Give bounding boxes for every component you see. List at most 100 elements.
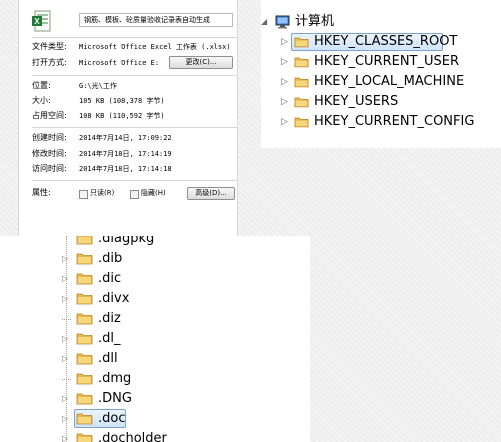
separator: [32, 180, 238, 181]
folder-icon: [76, 413, 93, 425]
folder-icon: [294, 97, 309, 108]
list-item[interactable]: ▷ .doc: [0, 409, 310, 429]
folder-icon: [76, 273, 93, 285]
extension-label: .DNG: [98, 391, 132, 406]
registry-key-label: HKEY_CLASSES_ROOT: [314, 34, 458, 49]
accessed-label: 访问时间:: [32, 164, 67, 173]
expand-triangle-icon[interactable]: ▷: [62, 389, 68, 409]
size-value: 105 KB (108,378 字节): [79, 97, 165, 105]
dialog-left-border: [0, 0, 18, 236]
extension-label: .divx: [98, 291, 130, 306]
folder-icon: [294, 117, 309, 128]
tree-connector: [62, 379, 71, 380]
collapse-triangle-icon[interactable]: ◢: [261, 12, 267, 32]
extension-label: .dmg: [98, 371, 132, 386]
file-type-value: Microsoft Office Excel 工作表 (.xlsx): [79, 43, 231, 51]
registry-key-item[interactable]: ▷ HKEY_USERS: [261, 92, 501, 112]
extension-label: .diz: [98, 311, 121, 326]
tree-connector: [62, 319, 71, 320]
list-item[interactable]: ▷ .dll: [0, 349, 310, 369]
list-item[interactable]: ▷ .dib: [0, 249, 310, 269]
modified-label: 修改时间:: [32, 149, 67, 158]
expand-triangle-icon[interactable]: ▷: [62, 349, 68, 369]
registry-key-label: HKEY_LOCAL_MACHINE: [314, 74, 465, 89]
list-item[interactable]: .diagpkg: [0, 236, 310, 249]
expand-triangle-icon[interactable]: ▷: [62, 289, 68, 309]
size-on-disk-label: 占用空间:: [32, 111, 67, 120]
folder-icon: [76, 373, 93, 385]
extension-label: .dl_: [98, 331, 121, 346]
list-item[interactable]: ▷ .docholder: [0, 429, 310, 442]
extension-label: .docholder: [98, 431, 167, 442]
folder-icon: [294, 57, 309, 68]
folder-icon: [294, 77, 309, 88]
folder-icon: [76, 253, 93, 265]
hidden-checkbox[interactable]: [130, 190, 139, 199]
expand-triangle-icon[interactable]: ▷: [62, 249, 68, 269]
folder-icon: [294, 37, 309, 48]
created-value: 2014年7月14日, 17:09:22: [79, 134, 172, 142]
registry-key-item[interactable]: ▷ HKEY_CURRENT_CONFIG: [261, 112, 501, 132]
list-item[interactable]: ▷ .dl_: [0, 329, 310, 349]
created-label: 创建时间:: [32, 133, 67, 142]
general-tab-panel: X 钢筋、模板、砼质量验收记录表自动生成 文件类型: Microsoft Off…: [18, 0, 238, 236]
registry-key-label: HKEY_USERS: [314, 94, 399, 109]
readonly-checkbox[interactable]: [79, 190, 88, 199]
expand-triangle-icon[interactable]: ▷: [281, 32, 288, 52]
list-item[interactable]: ▷ .divx: [0, 289, 310, 309]
expand-triangle-icon[interactable]: ▷: [281, 92, 288, 112]
folder-icon: [76, 393, 93, 405]
extension-label: .dib: [98, 251, 123, 266]
extension-key-tree: .diagpkg ▷ .dib ▷ .dic ▷ .divx .diz ▷ .dl_ ▷…: [0, 236, 310, 442]
location-label: 位置:: [32, 81, 51, 90]
dialog-right-border: [238, 0, 252, 236]
registry-tree: ◢ 计算机 ▷ HKEY_CLASSES_ROOT ▷ HKEY_CURRENT_…: [261, 0, 501, 148]
hidden-label: 隐藏(H): [141, 189, 166, 197]
list-item[interactable]: ▷ .DNG: [0, 389, 310, 409]
modified-value: 2014年7月18日, 17:14:19: [79, 150, 172, 158]
background-area: [252, 0, 261, 148]
file-type-label: 文件类型:: [32, 42, 67, 51]
size-on-disk-value: 108 KB (110,592 字节): [79, 112, 165, 120]
file-name-field[interactable]: 钢筋、模板、砼质量验收记录表自动生成: [79, 13, 233, 27]
folder-icon: [76, 236, 93, 245]
expand-triangle-icon[interactable]: ▷: [281, 52, 288, 72]
extension-label: .dic: [98, 271, 122, 286]
registry-key-item[interactable]: ▷ HKEY_LOCAL_MACHINE: [261, 72, 501, 92]
folder-icon: [76, 433, 93, 442]
folder-icon: [76, 313, 93, 325]
list-item[interactable]: ▷ .dic: [0, 269, 310, 289]
separator: [32, 127, 238, 128]
size-label: 大小:: [32, 96, 51, 105]
separator: [32, 75, 238, 76]
extension-label: .dll: [98, 351, 118, 366]
accessed-value: 2014年7月18日, 17:14:18: [79, 165, 172, 173]
expand-triangle-icon[interactable]: ▷: [62, 269, 68, 289]
extension-label: .diagpkg: [98, 236, 155, 246]
svg-text:X: X: [34, 17, 40, 26]
extension-label: .doc: [98, 411, 126, 426]
expand-triangle-icon[interactable]: ▷: [62, 409, 68, 429]
excel-file-icon: X: [32, 10, 51, 32]
expand-triangle-icon[interactable]: ▷: [62, 429, 68, 442]
folder-icon: [76, 333, 93, 345]
registry-key-label: HKEY_CURRENT_CONFIG: [314, 114, 475, 129]
open-with-label: 打开方式:: [32, 58, 67, 67]
registry-key-label: HKEY_CURRENT_USER: [314, 54, 460, 69]
expand-triangle-icon[interactable]: ▷: [281, 112, 288, 132]
expand-triangle-icon[interactable]: ▷: [281, 72, 288, 92]
change-button[interactable]: 更改(C)...: [169, 56, 233, 69]
readonly-label: 只读(R): [90, 189, 115, 197]
registry-key-item[interactable]: ▷ HKEY_CURRENT_USER: [261, 52, 501, 72]
tree-root-computer[interactable]: ◢ 计算机: [261, 12, 501, 32]
registry-key-item[interactable]: ▷ HKEY_CLASSES_ROOT: [261, 32, 501, 52]
file-properties-dialog: X 钢筋、模板、砼质量验收记录表自动生成 文件类型: Microsoft Off…: [0, 0, 252, 236]
list-item[interactable]: .dmg: [0, 369, 310, 389]
expand-triangle-icon[interactable]: ▷: [62, 329, 68, 349]
folder-icon: [76, 293, 93, 305]
list-item[interactable]: .diz: [0, 309, 310, 329]
advanced-button[interactable]: 高级(D)...: [187, 187, 235, 200]
open-with-value: Microsoft Office E:: [79, 59, 160, 67]
folder-icon: [76, 353, 93, 365]
computer-icon: [275, 15, 290, 29]
